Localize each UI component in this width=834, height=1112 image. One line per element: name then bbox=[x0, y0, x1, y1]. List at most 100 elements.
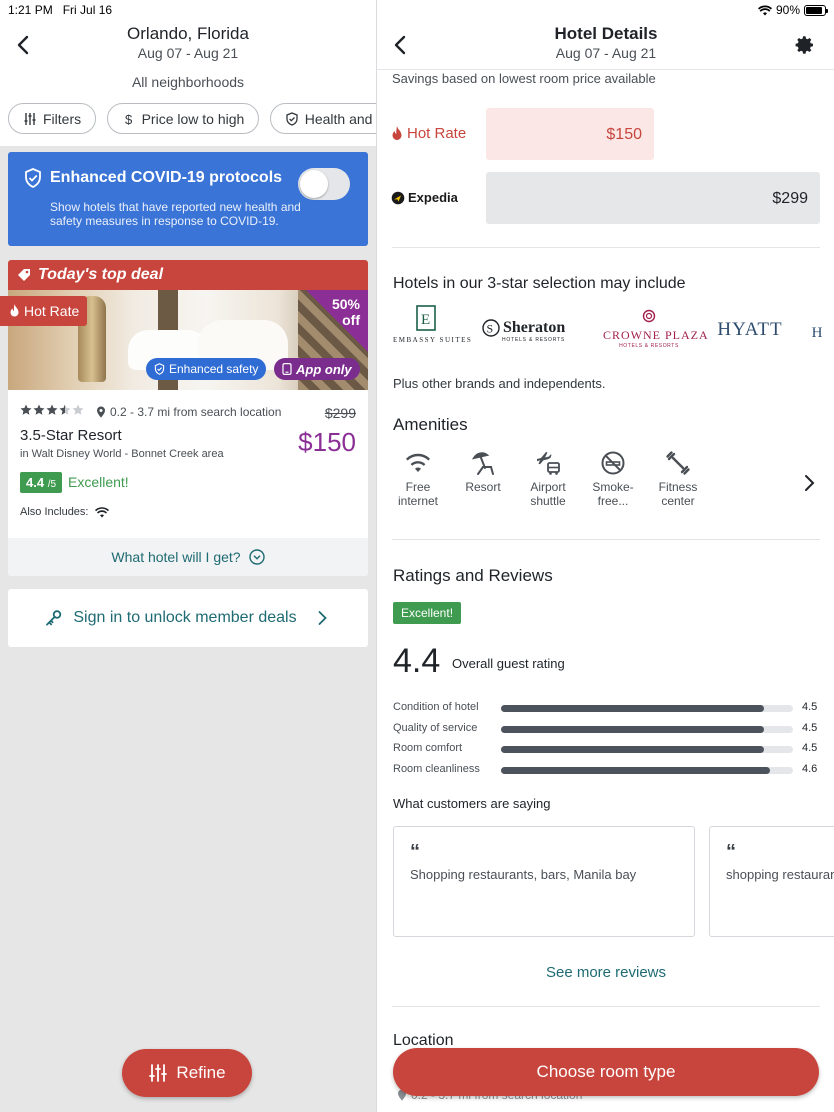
rating-value: 4.5 bbox=[802, 722, 818, 734]
svg-text:S: S bbox=[487, 322, 494, 336]
star-icon bbox=[59, 404, 71, 415]
rating-bar bbox=[501, 767, 793, 774]
savings-note: Savings based on lowest room price avail… bbox=[392, 71, 656, 86]
covid-toggle[interactable] bbox=[298, 168, 350, 200]
status-time: 1:21 PM Fri Jul 16 bbox=[8, 3, 113, 17]
discount-text: 50% off bbox=[331, 296, 360, 328]
hilton-logo-partial: H bbox=[811, 325, 823, 341]
choose-room-type-button[interactable]: Choose room type bbox=[393, 1048, 819, 1096]
rating-row: Room comfort 4.5 bbox=[393, 741, 823, 757]
filters-chip[interactable]: Filters bbox=[8, 103, 97, 134]
rating-label: Quality of service bbox=[393, 722, 478, 734]
flame-icon bbox=[392, 125, 402, 140]
rating-value: 4.5 bbox=[802, 742, 818, 754]
chevron-right-icon bbox=[318, 611, 327, 625]
flame-icon bbox=[10, 304, 19, 317]
amenities-title: Amenities bbox=[393, 415, 468, 434]
battery-icon bbox=[804, 4, 828, 16]
sliders-icon bbox=[149, 1064, 168, 1082]
location-pin-icon bbox=[97, 406, 105, 418]
ratings-title: Ratings and Reviews bbox=[393, 566, 553, 585]
neighborhood-selector[interactable]: All neighborhoods bbox=[0, 74, 376, 90]
rating-label: Room comfort bbox=[393, 742, 463, 754]
hot-rate-flag: Hot Rate bbox=[0, 296, 87, 326]
star-icon bbox=[33, 404, 45, 415]
battery-text: 90% bbox=[775, 3, 800, 17]
sign-in-banner[interactable]: Sign in to unlock member deals bbox=[8, 589, 368, 647]
plus-other-brands: Plus other brands and independents. bbox=[393, 376, 606, 391]
star-icon bbox=[72, 404, 84, 415]
no-smoking-icon bbox=[601, 451, 625, 475]
divider bbox=[392, 1006, 820, 1007]
what-hotel-button[interactable]: What hotel will I get? bbox=[8, 538, 368, 576]
globe-plane-icon bbox=[391, 191, 405, 204]
rating-label: Room cleanliness bbox=[393, 763, 480, 775]
shield-check-icon bbox=[154, 363, 165, 375]
rating-value: 4.5 bbox=[802, 701, 818, 713]
rating-value: 4.6 bbox=[802, 763, 818, 775]
status-bar: 1:21 PM Fri Jul 16 90% bbox=[0, 0, 834, 20]
app-only-badge: App only bbox=[274, 358, 360, 380]
gear-icon[interactable] bbox=[795, 35, 815, 55]
quote-icon: “ bbox=[726, 841, 736, 863]
rating-bar bbox=[501, 746, 793, 753]
see-more-reviews-link[interactable]: See more reviews bbox=[377, 964, 834, 981]
hotel-details-pane: Hotel Details Aug 07 - Aug 21 Savings ba… bbox=[376, 0, 834, 1112]
svg-text:E: E bbox=[421, 312, 430, 328]
rating-bar bbox=[501, 705, 793, 712]
overall-score: 4.4 bbox=[393, 642, 441, 680]
refine-button[interactable]: Refine bbox=[122, 1049, 252, 1097]
rating-row: Quality of service 4.5 bbox=[393, 721, 823, 737]
amenity-free-internet: Free internet bbox=[388, 450, 448, 508]
health-safety-chip[interactable]: Health and safety bbox=[269, 103, 376, 134]
wifi-icon bbox=[95, 507, 110, 518]
review-card[interactable]: “ Shopping restaurants, bars, Manila bay bbox=[393, 826, 695, 937]
crowne-plaza-logo: CROWNE PLAZA HOTELS & RESORTS bbox=[603, 309, 708, 349]
wifi-icon bbox=[406, 453, 430, 472]
status-right: 90% bbox=[757, 3, 828, 17]
destination-title[interactable]: Orlando, Florida bbox=[0, 24, 376, 44]
brand-logos: E EMBASSY SUITES S Sheraton HOTELS & RES… bbox=[393, 305, 834, 361]
expedia-logo: Expedia bbox=[391, 190, 458, 205]
distance-text: 0.2 - 3.7 mi from search location bbox=[96, 405, 281, 419]
details-dates: Aug 07 - Aug 21 bbox=[555, 45, 657, 61]
key-icon bbox=[46, 610, 62, 626]
top-deal-banner: Today's top deal bbox=[8, 260, 368, 290]
guest-rating-label: Excellent! bbox=[68, 474, 129, 490]
amenity-smoke-free: Smoke-free... bbox=[583, 450, 643, 508]
guest-rating-badge: 4.4 /5 bbox=[20, 472, 63, 493]
wifi-status-icon bbox=[757, 5, 772, 15]
chevron-right-icon[interactable] bbox=[801, 474, 817, 492]
star-icon bbox=[46, 404, 58, 415]
embassy-suites-logo: E EMBASSY SUITES bbox=[393, 305, 471, 344]
sort-chip[interactable]: $ Price low to high bbox=[106, 103, 260, 134]
results-header: Orlando, Florida Aug 07 - Aug 21 All nei… bbox=[0, 0, 376, 146]
covid-description: Show hotels that have reported new healt… bbox=[50, 200, 301, 228]
covid-title: Enhanced COVID-19 protocols bbox=[50, 169, 283, 186]
svg-text:$: $ bbox=[125, 112, 133, 126]
hot-rate-logo: Hot Rate bbox=[391, 125, 466, 142]
amenity-airport-shuttle: Airport shuttle bbox=[518, 450, 578, 508]
quote-icon: “ bbox=[410, 841, 420, 863]
overall-label: Overall guest rating bbox=[452, 656, 565, 671]
dumbbell-icon bbox=[666, 451, 690, 475]
search-dates[interactable]: Aug 07 - Aug 21 bbox=[0, 45, 376, 61]
hot-rate-price: $150 bbox=[486, 108, 654, 160]
original-price: $299 bbox=[324, 405, 356, 421]
rating-row: Condition of hotel 4.5 bbox=[393, 700, 823, 716]
shield-check-icon bbox=[25, 168, 41, 188]
review-card[interactable]: “ shopping restaurants bbox=[709, 826, 834, 937]
sliders-icon bbox=[24, 112, 36, 125]
customers-saying-title: What customers are saying bbox=[393, 796, 551, 811]
crowne-emblem-icon bbox=[642, 309, 656, 323]
also-includes: Also Includes: bbox=[20, 506, 110, 518]
shield-icon bbox=[286, 111, 298, 126]
results-pane: Orlando, Florida Aug 07 - Aug 21 All nei… bbox=[0, 0, 376, 1112]
excellent-badge: Excellent! bbox=[393, 602, 462, 624]
rating-row: Room cleanliness 4.6 bbox=[393, 762, 823, 778]
star-icon bbox=[20, 404, 32, 415]
beach-chair-icon bbox=[471, 452, 494, 475]
sheraton-logo: S Sheraton HOTELS & RESORTS bbox=[482, 319, 582, 343]
embassy-e-icon: E bbox=[416, 305, 436, 331]
divider bbox=[392, 247, 820, 248]
